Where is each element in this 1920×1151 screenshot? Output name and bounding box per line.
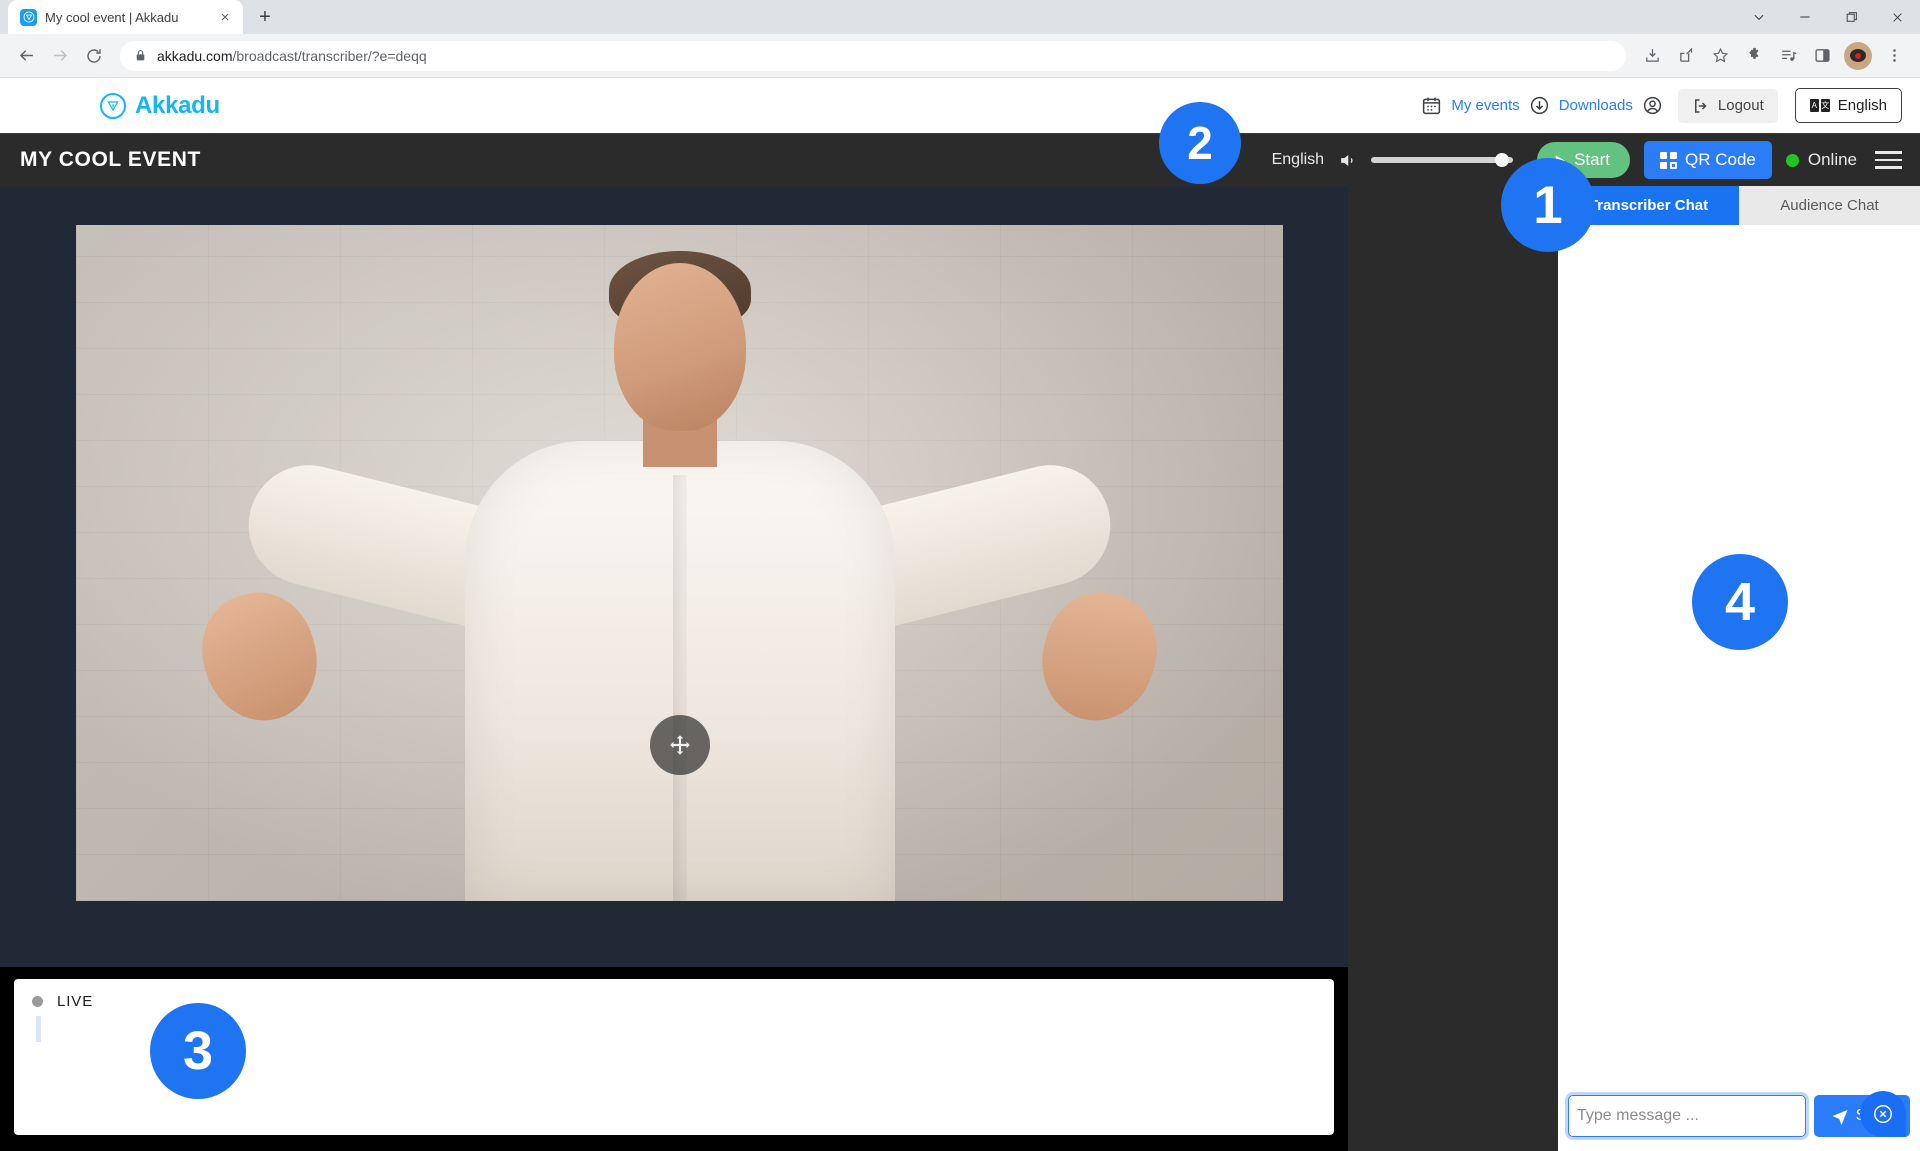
translate-icon: A文: [1809, 99, 1830, 112]
chat-panel: Transcriber Chat Audience Chat Send: [1558, 186, 1920, 1151]
minimize-icon[interactable]: [1782, 0, 1828, 34]
avatar-eye-icon: [1850, 49, 1866, 62]
downloads-link[interactable]: Downloads: [1559, 97, 1633, 114]
qr-code-button[interactable]: QR Code: [1643, 141, 1772, 179]
transcript-caret: [36, 1016, 41, 1042]
my-events-link[interactable]: My events: [1451, 97, 1519, 114]
extensions-puzzle-icon[interactable]: [1738, 40, 1770, 72]
media-playlist-icon[interactable]: [1772, 40, 1804, 72]
tab-audience-chat[interactable]: Audience Chat: [1739, 186, 1920, 225]
event-toolbar: MY COOL EVENT English Start QR Code Onli…: [0, 133, 1920, 186]
right-gutter: Transcriber Chat Audience Chat Send: [1348, 186, 1920, 1151]
event-controls: English Start QR Code Online: [1272, 141, 1902, 179]
output-language-label: English: [1271, 151, 1325, 168]
window-controls: [1736, 0, 1920, 34]
profile-avatar[interactable]: [1844, 41, 1872, 70]
logout-icon: [1692, 97, 1710, 115]
status-badge: Online: [1785, 150, 1857, 170]
start-label: Start: [1574, 150, 1610, 169]
lock-icon: [134, 49, 147, 62]
chrome-menu-icon[interactable]: [1878, 40, 1910, 72]
annotation-bubble-2: 2: [1159, 102, 1241, 184]
close-widget-button[interactable]: [1860, 1091, 1906, 1137]
annotation-bubble-3: 3: [150, 1003, 246, 1099]
forward-icon[interactable]: [44, 40, 76, 72]
language-label: English: [1837, 97, 1887, 114]
download-circle-icon[interactable]: [1529, 95, 1550, 116]
annotation-bubble-4: 4: [1692, 554, 1788, 650]
status-label: Online: [1807, 150, 1857, 169]
bookmark-star-icon[interactable]: [1704, 40, 1736, 72]
live-label: LIVE: [57, 993, 94, 1010]
volume-track: [1371, 157, 1514, 163]
chat-tabs: Transcriber Chat Audience Chat: [1558, 186, 1920, 225]
browser-tab[interactable]: My cool event | Akkadu ×: [8, 0, 243, 34]
video-presenter: [76, 225, 1283, 901]
language-button[interactable]: A文 English: [1794, 88, 1902, 123]
back-icon[interactable]: [10, 40, 42, 72]
chat-message-input[interactable]: [1565, 1092, 1809, 1140]
akkadu-logo-icon: [100, 92, 126, 119]
page-content: Akkadu My events Downloads Logout A文 Eng…: [0, 78, 1920, 1151]
video-player[interactable]: [76, 225, 1283, 901]
side-panel-icon[interactable]: [1806, 40, 1838, 72]
tab-title: My cool event | Akkadu: [45, 9, 179, 25]
move-handle[interactable]: [649, 715, 710, 775]
tab-search-icon[interactable]: [1736, 0, 1782, 34]
status-dot-icon: [1785, 153, 1799, 167]
video-stage: [0, 186, 1348, 967]
site-header-actions: My events Downloads Logout A文 English: [1421, 88, 1902, 123]
qr-code-label: QR Code: [1684, 150, 1756, 169]
volume-slider[interactable]: [1371, 153, 1514, 167]
share-icon[interactable]: [1670, 40, 1702, 72]
chat-message-list: [1558, 225, 1920, 1085]
browser-tabstrip: My cool event | Akkadu × +: [0, 0, 1920, 34]
live-dot-icon: [32, 996, 43, 1007]
qr-code-icon: [1659, 151, 1677, 169]
paper-plane-icon: [1831, 1107, 1849, 1125]
logout-button[interactable]: Logout: [1677, 88, 1778, 123]
event-title: MY COOL EVENT: [20, 148, 201, 171]
akkadu-logo-text: Akkadu: [135, 91, 220, 119]
transcript-status: LIVE: [32, 993, 1316, 1010]
close-icon[interactable]: ×: [215, 7, 235, 27]
address-bar[interactable]: akkadu.com/broadcast/transcriber/?e=deqq: [120, 40, 1626, 71]
akkadu-logo[interactable]: Akkadu: [100, 92, 220, 120]
maximize-icon[interactable]: [1828, 0, 1874, 34]
speaker-icon[interactable]: [1338, 151, 1357, 170]
user-account-icon[interactable]: [1642, 95, 1663, 116]
main-body: LIVE Transcriber Chat Audience Chat Type…: [0, 186, 1920, 1151]
calendar-icon[interactable]: [1421, 95, 1442, 116]
url-text: akkadu.com/broadcast/transcriber/?e=deqq: [157, 47, 427, 64]
logout-label: Logout: [1717, 97, 1764, 114]
new-tab-button[interactable]: +: [251, 3, 279, 31]
close-window-icon[interactable]: [1874, 0, 1920, 34]
install-icon[interactable]: [1636, 40, 1668, 72]
annotation-bubble-1: 1: [1501, 158, 1595, 252]
site-header: Akkadu My events Downloads Logout A文 Eng…: [0, 78, 1920, 133]
hamburger-menu-icon[interactable]: [1875, 151, 1902, 169]
browser-toolbar: akkadu.com/broadcast/transcriber/?e=deqq: [0, 34, 1920, 78]
volume-thumb[interactable]: [1495, 153, 1510, 167]
reload-icon[interactable]: [78, 40, 110, 72]
akkadu-favicon-icon: [20, 8, 37, 26]
